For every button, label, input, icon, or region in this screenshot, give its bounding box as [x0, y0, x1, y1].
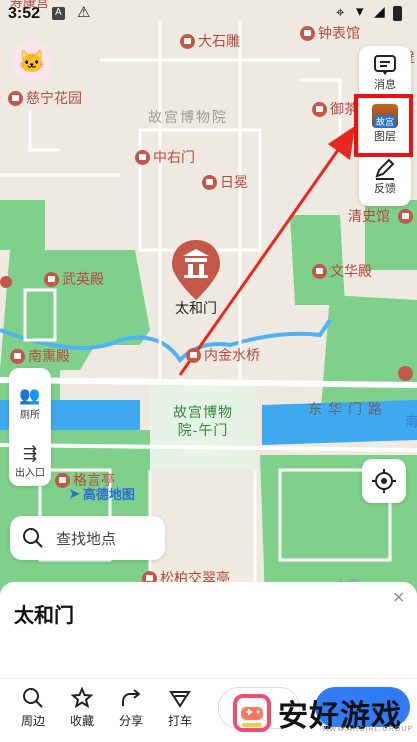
poi-icon: [180, 33, 195, 49]
taxi-icon: [169, 691, 191, 708]
poi-marker[interactable]: 大石雕: [180, 31, 240, 51]
left-toolbar: 👥 厕所 ⇶ 出入口: [9, 368, 51, 486]
signal-icon: ◢: [374, 3, 385, 19]
poi-icon: [55, 472, 70, 488]
poi-icon: [10, 348, 25, 364]
poi-icon: [398, 208, 413, 224]
battery-icon: [393, 6, 402, 21]
poi-marker[interactable]: 御茶: [312, 99, 358, 119]
poi-marker[interactable]: 中右门: [135, 147, 195, 167]
poi-icon: [186, 347, 201, 363]
poi-label: 内金水桥: [204, 347, 260, 363]
nearby-button[interactable]: 周边: [11, 687, 55, 729]
favorite-label: 收藏: [69, 714, 94, 728]
feedback-label: 反馈: [374, 183, 396, 195]
poi-icon: [398, 366, 413, 381]
restroom-icon: 👥: [19, 386, 41, 405]
search-input[interactable]: 查找地点: [10, 516, 165, 560]
feedback-button[interactable]: 反馈: [359, 158, 411, 196]
poi-marker[interactable]: 南熏殿: [10, 346, 70, 366]
highlight-box: [354, 94, 413, 157]
warning-icon: ⚠: [77, 4, 91, 21]
poi-label: 钟表馆: [318, 25, 360, 41]
poi-label: 南熏殿: [28, 348, 70, 364]
favorite-button[interactable]: 收藏: [60, 687, 104, 729]
gamepad-logo-icon: [233, 694, 271, 732]
poi-marker[interactable]: 慈宁花园: [8, 88, 82, 108]
font-icon: A: [55, 7, 62, 18]
search-icon: [23, 528, 43, 548]
star-icon: [71, 687, 93, 709]
watermark-url: WWW.AHGIRL.GROUP: [322, 726, 414, 733]
selected-place-label: 太和门: [175, 300, 217, 316]
place-title: 太和门: [14, 605, 74, 627]
poi-marker[interactable]: 文华殿: [312, 261, 372, 281]
poi-label: 清史馆: [348, 208, 390, 224]
poi-label: 慈宁花园: [26, 90, 82, 106]
map-area-label: 故宫博物院: [148, 109, 228, 125]
locate-button[interactable]: [362, 459, 406, 503]
hall-label: 故宫博物院-午门: [173, 404, 233, 438]
top-cut-label: 寿康宫: [10, 0, 50, 10]
entrance-button[interactable]: ⇶ 出入口: [9, 444, 51, 479]
messages-label: 消息: [374, 79, 396, 91]
place-pin-icon: [172, 240, 220, 300]
edge-label: 南: [405, 414, 417, 429]
poi-label: 中右门: [153, 149, 195, 165]
selected-place-marker[interactable]: 太和门: [169, 238, 223, 318]
poi-icon: [135, 149, 150, 165]
messages-button[interactable]: 消息: [359, 54, 411, 92]
edit-icon: [375, 158, 395, 180]
share-label: 分享: [118, 714, 143, 728]
locate-icon: [372, 469, 396, 493]
share-icon: [122, 689, 141, 706]
poi-icon: [44, 271, 59, 287]
taxi-button[interactable]: 打车: [158, 687, 202, 729]
location-status-icon: ⌖: [336, 4, 345, 21]
search-icon: [23, 688, 43, 708]
poi-label: 日冕: [220, 174, 248, 190]
entrance-label: 出入口: [15, 468, 45, 479]
poi-marker[interactable]: 日冕: [202, 172, 248, 192]
poi-icon: [300, 25, 315, 41]
poi-icon: [8, 90, 23, 106]
poi-marker[interactable]: 内金水桥: [186, 345, 260, 365]
poi-icon: [312, 101, 327, 117]
poi-label: 文华殿: [330, 263, 372, 279]
restroom-label: 厕所: [20, 410, 40, 421]
poi-icon: [0, 276, 12, 288]
close-icon[interactable]: ✕: [392, 588, 405, 608]
poi-marker[interactable]: 武英殿: [44, 269, 104, 289]
place-detail-sheet: 太和门 ✕: [0, 582, 417, 678]
search-placeholder: 查找地点: [56, 530, 117, 548]
restroom-button[interactable]: 👥 厕所: [9, 386, 51, 421]
poi-label: 大石雕: [198, 33, 240, 49]
nearby-label: 周边: [20, 714, 45, 728]
poi-icon: [312, 263, 327, 279]
poi-icon: [202, 174, 217, 190]
road-label: 东华门路: [308, 401, 388, 417]
watermark: 安好游戏 WWW.AHGIRL.GROUP: [232, 688, 412, 738]
poi-marker[interactable]: 清史馆: [348, 206, 416, 226]
avatar[interactable]: 🐱: [12, 42, 52, 82]
amap-logo-text: 高德地图: [82, 487, 135, 502]
entrance-icon: ⇶: [22, 444, 38, 463]
amap-arrow-icon: ➤: [69, 485, 80, 501]
share-button[interactable]: 分享: [109, 687, 153, 729]
poi-label: 武英殿: [62, 271, 104, 287]
taxi-label: 打车: [167, 714, 192, 728]
wifi-icon: ▾: [356, 3, 364, 20]
message-icon: [374, 55, 396, 75]
amap-logo: ➤ 高德地图: [69, 484, 135, 503]
poi-marker[interactable]: 钟表馆: [300, 23, 360, 43]
